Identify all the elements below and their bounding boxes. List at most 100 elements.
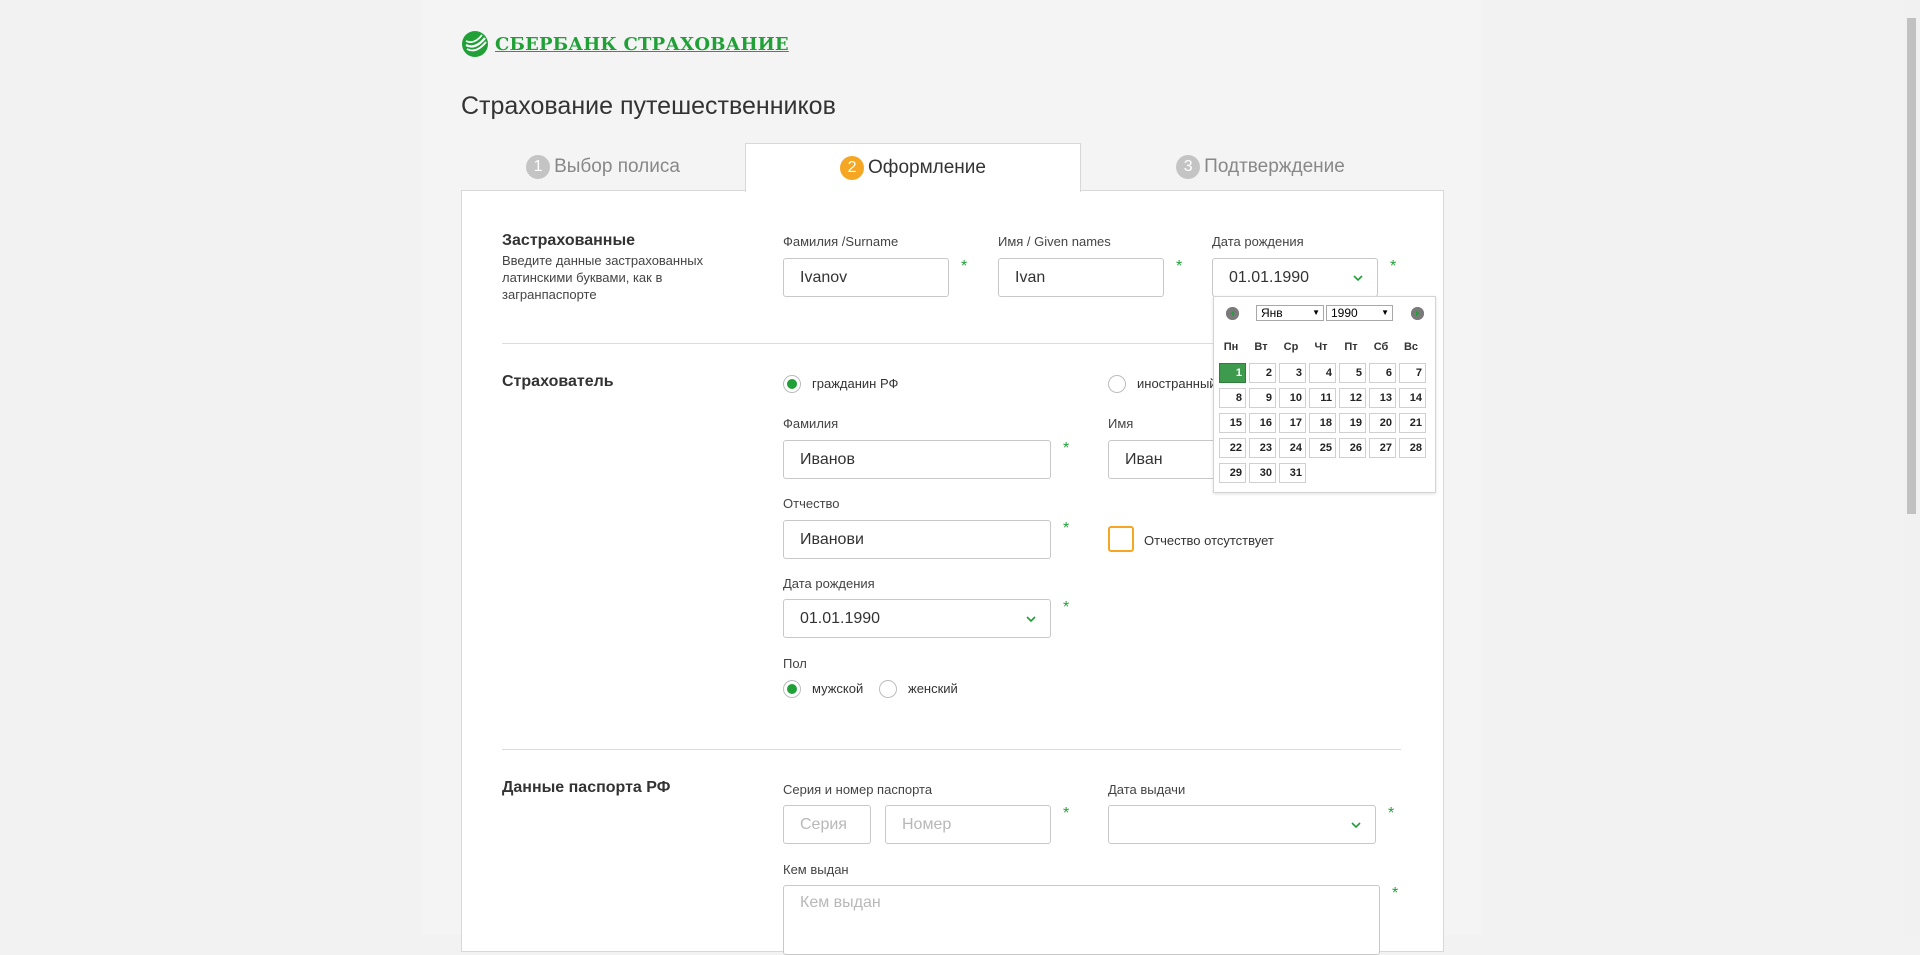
chevron-down-icon[interactable] bbox=[1351, 820, 1361, 830]
no-patronymic-label: Отчество отсутствует bbox=[1144, 533, 1274, 548]
gender-label: Пол bbox=[783, 656, 807, 671]
tab-policy-choice[interactable]: 1 Выбор полиса bbox=[461, 143, 745, 190]
calendar-day-selected[interactable]: 1 bbox=[1219, 363, 1246, 383]
calendar-day[interactable]: 13 bbox=[1369, 388, 1396, 408]
citizen-rf-label: гражданин РФ bbox=[812, 376, 899, 391]
insured-dob-input[interactable]: 01.01.1990 bbox=[1212, 258, 1378, 297]
tab-confirmation[interactable]: 3 Подтверждение bbox=[1079, 143, 1442, 190]
prev-month-icon[interactable] bbox=[1226, 307, 1239, 320]
required-mark: * bbox=[1063, 805, 1070, 822]
calendar-day[interactable]: 4 bbox=[1309, 363, 1336, 383]
next-month-icon[interactable] bbox=[1411, 307, 1424, 320]
issued-by-label: Кем выдан bbox=[783, 862, 849, 877]
patronymic-input[interactable]: Иванови bbox=[783, 520, 1051, 559]
required-mark: * bbox=[961, 258, 968, 275]
policyholder-dob-label: Дата рождения bbox=[783, 576, 875, 591]
gender-male-radio[interactable] bbox=[783, 680, 801, 698]
calendar-day[interactable]: 18 bbox=[1309, 413, 1336, 433]
policyholder-dob-value: 01.01.1990 bbox=[800, 609, 881, 627]
passport-section-title: Данные паспорта РФ bbox=[502, 779, 671, 796]
logo-text: СБЕРБАНК СТРАХОВАНИЕ bbox=[495, 33, 789, 55]
sberbank-logo-icon bbox=[462, 31, 488, 57]
gender-male-label: мужской bbox=[812, 681, 864, 696]
calendar-day[interactable]: 3 bbox=[1279, 363, 1306, 383]
name-label: Имя bbox=[1108, 416, 1134, 431]
required-mark: * bbox=[1063, 599, 1070, 616]
weekday-label: Пн bbox=[1223, 341, 1239, 353]
calendar-day[interactable]: 22 bbox=[1219, 438, 1246, 458]
insured-dob-label: Дата рождения bbox=[1212, 234, 1304, 249]
issue-date-input[interactable] bbox=[1108, 805, 1376, 844]
required-mark: * bbox=[1392, 885, 1399, 902]
step-number: 2 bbox=[840, 156, 865, 180]
calendar-day[interactable]: 14 bbox=[1399, 388, 1426, 408]
calendar-day[interactable]: 10 bbox=[1279, 388, 1306, 408]
year-select[interactable]: 1990 ▼ bbox=[1326, 305, 1393, 321]
month-select[interactable]: Янв ▼ bbox=[1256, 305, 1324, 321]
calendar-day[interactable]: 21 bbox=[1399, 413, 1426, 433]
calendar-day[interactable]: 30 bbox=[1249, 463, 1276, 483]
calendar-day[interactable]: 8 bbox=[1219, 388, 1246, 408]
required-mark: * bbox=[1176, 258, 1183, 275]
tab-registration[interactable]: 2 Оформление bbox=[745, 143, 1081, 192]
chevron-down-icon[interactable] bbox=[1353, 273, 1363, 283]
calendar-day[interactable]: 24 bbox=[1279, 438, 1306, 458]
foreign-citizen-radio[interactable] bbox=[1108, 375, 1126, 393]
calendar-day[interactable]: 7 bbox=[1399, 363, 1426, 383]
weekday-label: Вс bbox=[1403, 341, 1419, 353]
required-mark: * bbox=[1388, 805, 1395, 822]
calendar-day[interactable]: 28 bbox=[1399, 438, 1426, 458]
given-names-input[interactable]: Ivan bbox=[998, 258, 1164, 297]
policyholder-dob-input[interactable]: 01.01.1990 bbox=[783, 599, 1051, 638]
calendar-day[interactable]: 6 bbox=[1369, 363, 1396, 383]
insured-section-description: Введите данные застрахованных латинскими… bbox=[502, 253, 704, 302]
passport-number-input[interactable]: Номер bbox=[885, 805, 1051, 844]
tab-label: Подтверждение bbox=[1204, 155, 1345, 177]
calendar-day[interactable]: 29 bbox=[1219, 463, 1246, 483]
section-divider bbox=[502, 749, 1401, 750]
weekday-label: Пт bbox=[1344, 341, 1358, 353]
datepicker-popup: Янв ▼ 1990 ▼ Пн Вт Ср Чт Пт Сб Вс 1 2 3 4 5 6 7 8 9 10 1… bbox=[1213, 296, 1436, 493]
calendar-day[interactable]: 31 bbox=[1279, 463, 1306, 483]
calendar-day[interactable]: 20 bbox=[1369, 413, 1396, 433]
calendar-day[interactable]: 19 bbox=[1339, 413, 1366, 433]
page-scrollbar[interactable] bbox=[1903, 0, 1920, 935]
calendar-day[interactable]: 15 bbox=[1219, 413, 1246, 433]
dropdown-arrow-icon: ▼ bbox=[1312, 308, 1320, 317]
surname-latin-input[interactable]: Ivanov bbox=[783, 258, 949, 297]
issued-by-textarea[interactable]: Кем выдан bbox=[783, 885, 1380, 955]
citizen-rf-radio[interactable] bbox=[783, 375, 801, 393]
weekday-label: Чт bbox=[1314, 341, 1328, 353]
calendar-day[interactable]: 12 bbox=[1339, 388, 1366, 408]
step-number: 3 bbox=[1176, 154, 1201, 179]
scrollbar-thumb[interactable] bbox=[1907, 18, 1916, 514]
calendar-day[interactable]: 16 bbox=[1249, 413, 1276, 433]
passport-series-input[interactable]: Серия bbox=[783, 805, 871, 844]
calendar-day[interactable]: 5 bbox=[1339, 363, 1366, 383]
calendar-day[interactable]: 2 bbox=[1249, 363, 1276, 383]
calendar-day[interactable]: 11 bbox=[1309, 388, 1336, 408]
chevron-down-icon[interactable] bbox=[1026, 614, 1036, 624]
gender-female-label: женский bbox=[908, 681, 958, 696]
step-tabs: 1 Выбор полиса 2 Оформление 3 Подтвержде… bbox=[461, 143, 1442, 192]
patronymic-label: Отчество bbox=[783, 496, 840, 511]
surname-input[interactable]: Иванов bbox=[783, 440, 1051, 479]
calendar-day[interactable]: 25 bbox=[1309, 438, 1336, 458]
no-patronymic-checkbox[interactable] bbox=[1108, 526, 1134, 552]
page-title: Страхование путешественников bbox=[461, 92, 836, 120]
calendar-day[interactable]: 9 bbox=[1249, 388, 1276, 408]
calendar-day[interactable]: 26 bbox=[1339, 438, 1366, 458]
given-names-label: Имя / Given names bbox=[998, 234, 1111, 249]
calendar-day[interactable]: 17 bbox=[1279, 413, 1306, 433]
tab-label: Оформление bbox=[868, 157, 986, 178]
surname-latin-label: Фамилия /Surname bbox=[783, 234, 899, 249]
calendar-day[interactable]: 23 bbox=[1249, 438, 1276, 458]
gender-female-radio[interactable] bbox=[879, 680, 897, 698]
policyholder-section-title: Страхователь bbox=[502, 373, 614, 390]
weekday-label: Вт bbox=[1254, 341, 1268, 353]
brand-logo[interactable]: СБЕРБАНК СТРАХОВАНИЕ bbox=[461, 30, 789, 58]
surname-label: Фамилия bbox=[783, 416, 839, 431]
required-mark: * bbox=[1390, 258, 1397, 275]
calendar-day[interactable]: 27 bbox=[1369, 438, 1396, 458]
weekday-label: Ср bbox=[1283, 341, 1299, 353]
